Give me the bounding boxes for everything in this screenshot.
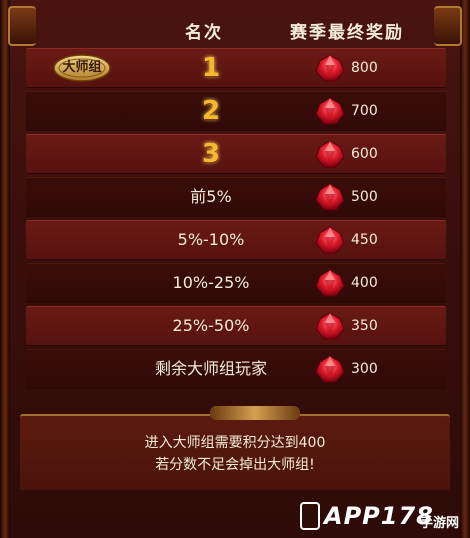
reward-amount: 400 [351,275,378,291]
red-gem-icon [314,268,346,298]
red-gem-icon [314,354,346,384]
table-header: 名次 赛季最终奖励 [0,8,470,48]
reward-amount: 500 [351,189,378,205]
reward-amount: 800 [351,60,378,76]
rank-label: 前5% [190,187,232,206]
reward-amount: 350 [351,318,378,334]
reward-amount: 450 [351,232,378,248]
footer-ornament [210,406,300,420]
reward-row: 5%-10% 450 [26,220,446,260]
reward-row: 2 700 [26,91,446,131]
reward-row: 前5% 500 [26,177,446,217]
red-gem-icon [314,225,346,255]
rank-label: 25%-50% [172,316,250,335]
watermark-main: APP178 [324,502,434,530]
reward-amount: 700 [351,103,378,119]
rank-label: 10%-25% [172,273,250,292]
reward-row: 大师组 1 800 [26,48,446,88]
info-footer: 进入大师组需要积分达到400 若分数不足会掉出大师组! [20,406,450,490]
rank-column-header: 名次 [185,23,223,43]
reward-row: 剩余大师组玩家 300 [26,349,446,389]
red-gem-icon [314,139,346,169]
footer-note-line1: 进入大师组需要积分达到400 [144,435,326,451]
watermark-sub: 手游网 [420,516,460,531]
red-gem-icon [314,311,346,341]
reward-column-header: 赛季最终奖励 [290,23,404,43]
red-gem-icon [314,96,346,126]
frame-right-border [460,0,470,538]
red-gem-icon [314,182,346,212]
rank-label: 2 [201,96,221,126]
rank-label: 5%-10% [177,230,245,249]
reward-row: 3 600 [26,134,446,174]
frame-left-border [0,0,10,538]
rank-label: 1 [201,53,221,83]
reward-table: 大师组 1 800 2 700 3 600 前5% 500 5%-10% 450… [26,48,446,392]
reward-row: 25%-50% 350 [26,306,446,346]
master-badge-icon: 大师组 [52,53,112,83]
phone-icon [300,502,320,530]
rank-label: 3 [201,139,221,169]
watermark-logo: APP178 手游网 [300,496,470,538]
rank-label: 剩余大师组玩家 [154,359,267,378]
footer-note-line2: 若分数不足会掉出大师组! [155,457,315,473]
red-gem-icon [314,53,346,83]
reward-amount: 300 [351,361,378,377]
reward-row: 10%-25% 400 [26,263,446,303]
reward-amount: 600 [351,146,378,162]
master-badge-label: 大师组 [62,60,102,75]
reward-panel: 名次 赛季最终奖励 大师组 1 800 2 700 3 600 前5% 500 … [0,0,470,538]
